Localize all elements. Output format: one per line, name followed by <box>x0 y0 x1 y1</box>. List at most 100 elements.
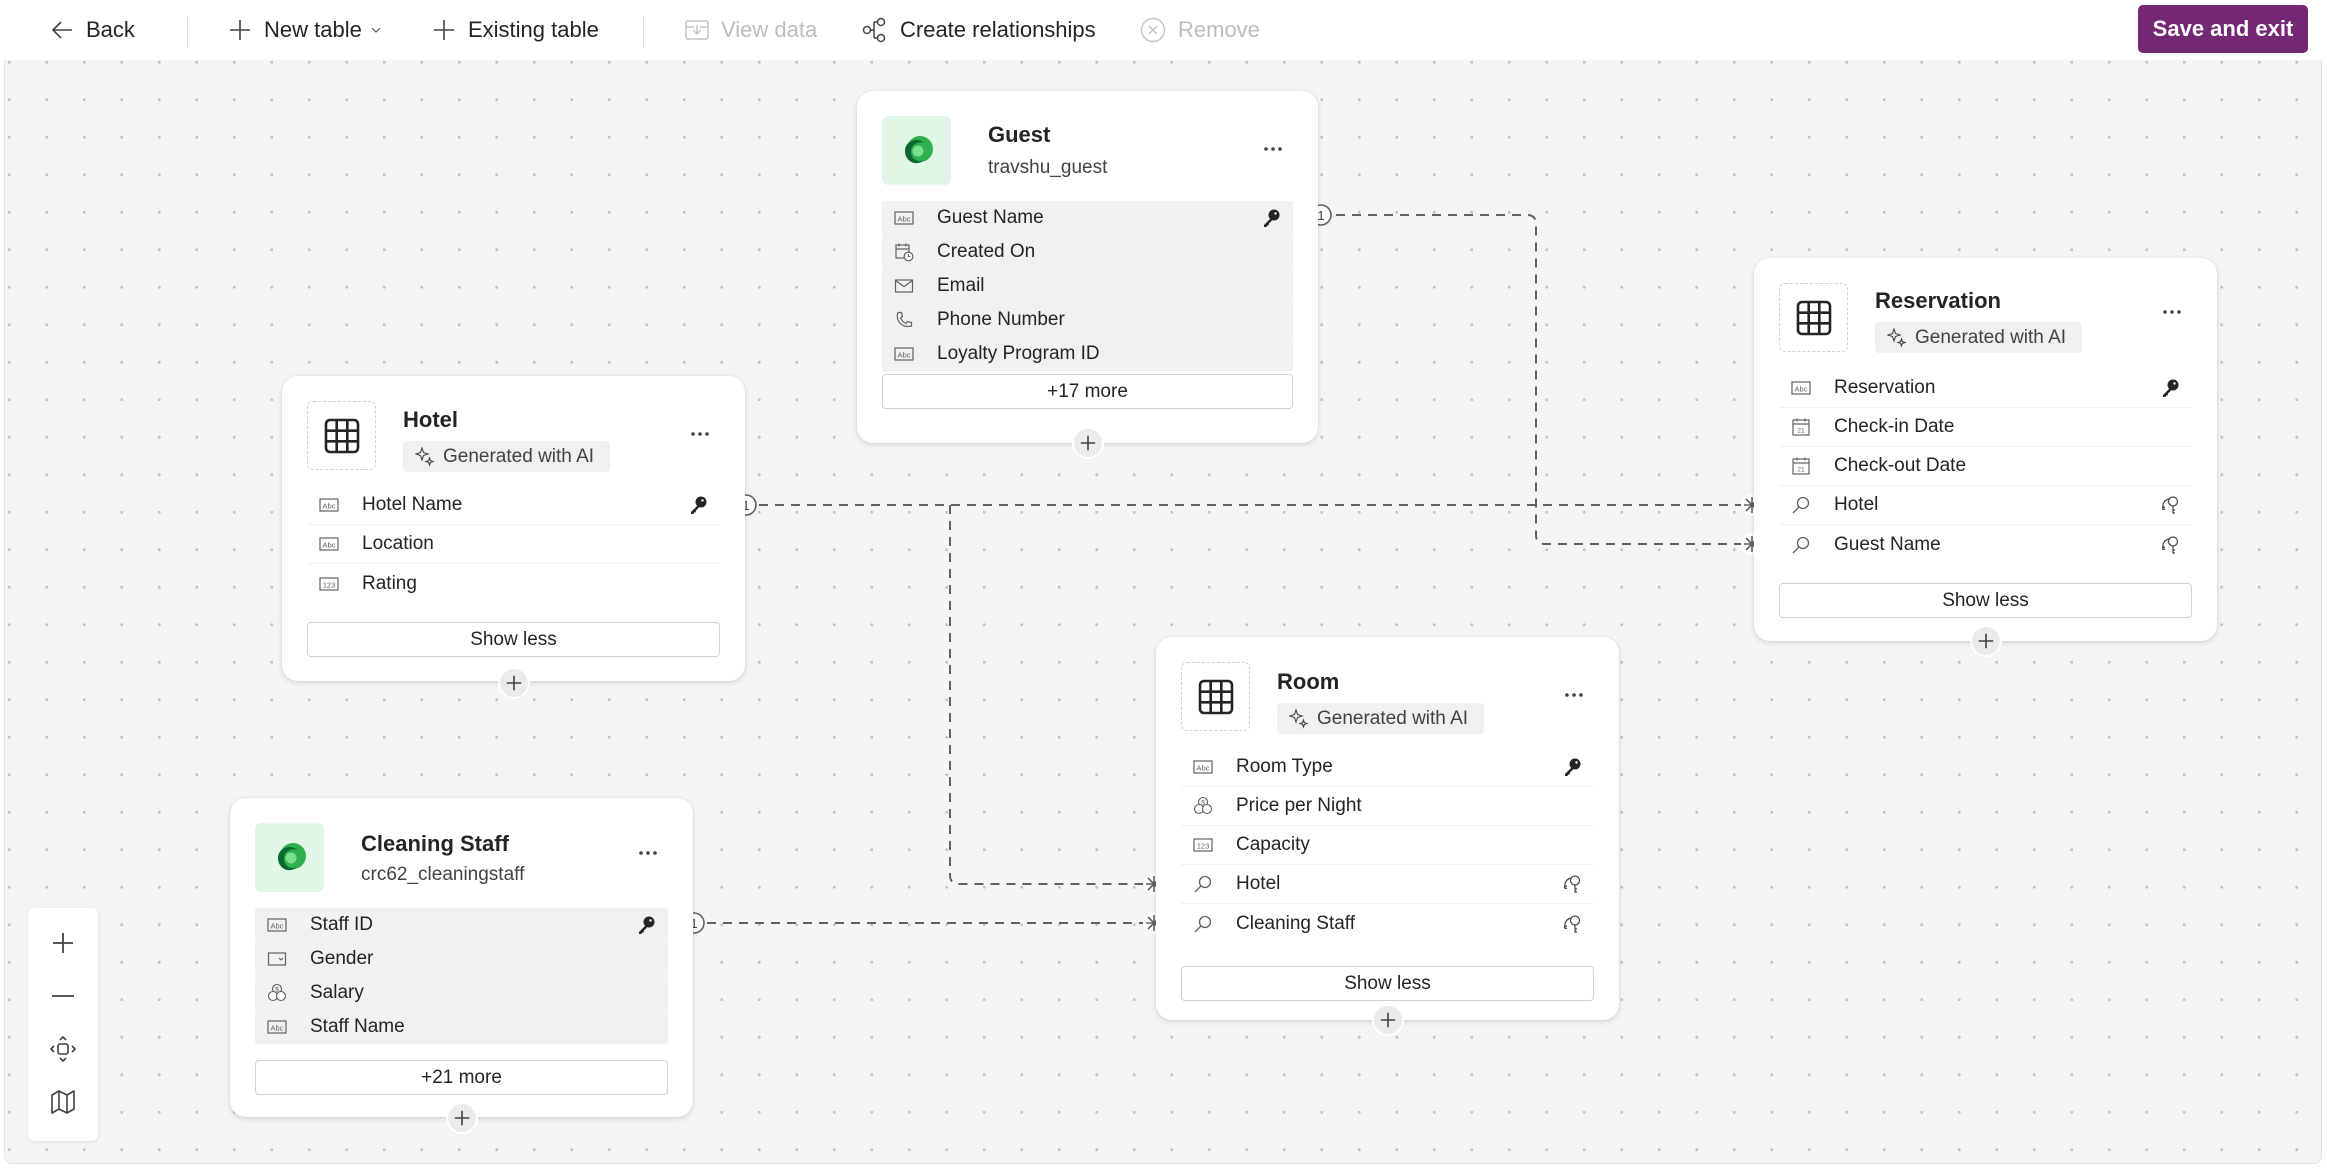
lookup-icon <box>1791 535 1811 555</box>
table-card-room[interactable]: Room Generated with AI Room Type Price p… <box>1156 637 1619 1036</box>
more-options-button[interactable] <box>1258 139 1288 159</box>
fit-view-button[interactable] <box>28 1022 98 1075</box>
command-bar: Back New table Existing table View data … <box>0 0 2327 60</box>
sparkle-icon <box>1887 328 1907 348</box>
field-name: Staff ID <box>310 914 374 935</box>
text-icon <box>1193 757 1213 777</box>
field-name: Room Type <box>1236 756 1333 777</box>
field-row[interactable]: Cleaning Staff <box>1181 904 1594 943</box>
existing-table-label: Existing table <box>468 17 599 42</box>
table-card-guest[interactable]: Guest travshu_guest Guest Name Created O… <box>857 91 1318 459</box>
table-title: Guest <box>988 122 1051 147</box>
field-name: Check-in Date <box>1834 416 1955 437</box>
zoom-in-button[interactable] <box>28 916 98 969</box>
add-column-button[interactable] <box>497 667 530 699</box>
add-column-button[interactable] <box>1969 625 2002 657</box>
field-row[interactable]: Room Type <box>1181 748 1594 787</box>
field-name: Rating <box>362 572 417 594</box>
primary-key-icon <box>688 495 708 515</box>
field-row[interactable]: Hotel <box>1181 865 1594 904</box>
sparkle-icon <box>415 447 435 467</box>
view-data-button[interactable]: View data <box>685 10 817 50</box>
field-row[interactable]: Gender <box>255 942 668 976</box>
dataverse-logo-icon <box>882 116 951 185</box>
show-less-button[interactable]: Show less <box>1779 583 2192 618</box>
field-row[interactable]: Rating <box>307 564 720 603</box>
field-row[interactable]: Created On <box>882 235 1293 269</box>
foreign-key-icon <box>2160 535 2180 555</box>
table-card-hotel[interactable]: Hotel Generated with AI Hotel Name Locat… <box>282 376 745 699</box>
field-row[interactable]: Capacity <box>1181 826 1594 865</box>
show-less-button[interactable]: Show less <box>307 622 720 657</box>
dismiss-circle-icon <box>1140 17 1166 43</box>
field-name: Reservation <box>1834 377 1936 398</box>
table-title: Room <box>1277 669 1340 694</box>
field-row[interactable]: Guest Name <box>882 201 1293 235</box>
show-more-button[interactable]: +21 more <box>255 1060 668 1095</box>
arrow-left-icon <box>51 21 72 39</box>
field-row[interactable]: Salary <box>255 976 668 1010</box>
field-list: Guest Name Created On Email Phone Number… <box>882 201 1293 371</box>
datetime-icon <box>894 242 914 262</box>
field-row[interactable]: Loyalty Program ID <box>882 337 1293 371</box>
field-row[interactable]: Location <box>307 525 720 564</box>
field-row[interactable]: Hotel Name <box>307 486 720 525</box>
lookup-icon <box>1193 914 1213 934</box>
foreign-key-icon <box>1562 874 1582 894</box>
field-name: Guest Name <box>1834 533 1941 555</box>
create-relationships-button[interactable]: Create relationships <box>862 10 1096 50</box>
field-row[interactable]: Hotel <box>1779 486 2192 525</box>
table-card-reservation[interactable]: Reservation Generated with AI Reservatio… <box>1754 258 2217 657</box>
add-column-button[interactable] <box>1071 427 1104 459</box>
field-row[interactable]: Check-in Date <box>1779 408 2192 447</box>
show-less-button[interactable]: Show less <box>1181 966 1594 1001</box>
field-name: Cleaning Staff <box>1236 912 1356 934</box>
table-logical-name: crc62_cleaningstaff <box>361 864 525 885</box>
currency-icon <box>1193 796 1213 816</box>
fit-view-icon <box>49 1035 77 1062</box>
text-icon <box>319 534 339 554</box>
table-card-cleaning-staff[interactable]: Cleaning Staff crc62_cleaningstaff Staff… <box>230 798 693 1134</box>
more-options-button[interactable] <box>685 424 715 444</box>
text-icon <box>894 208 914 228</box>
toolbar-divider <box>187 17 188 47</box>
foreign-key-icon <box>1562 914 1582 934</box>
chevron-down-icon <box>371 27 381 33</box>
add-column-button[interactable] <box>445 1102 478 1134</box>
field-row[interactable]: Guest Name <box>1779 525 2192 564</box>
table-title: Cleaning Staff <box>361 831 509 856</box>
ai-generated-badge: Generated with AI <box>1875 322 2083 353</box>
show-more-button[interactable]: +17 more <box>882 374 1293 409</box>
ai-badge-label: Generated with AI <box>443 445 595 467</box>
map-icon <box>51 1089 75 1114</box>
field-row[interactable]: Staff ID <box>255 908 668 942</box>
field-name: Hotel Name <box>362 494 463 515</box>
zoom-in-icon <box>53 932 73 953</box>
minimap-button[interactable] <box>28 1075 98 1128</box>
existing-table-button[interactable]: Existing table <box>432 10 599 50</box>
table-logical-name: travshu_guest <box>988 157 1108 178</box>
zoom-out-button[interactable] <box>28 969 98 1022</box>
more-options-button[interactable] <box>2157 302 2187 322</box>
field-row[interactable]: Phone Number <box>882 303 1293 337</box>
field-row[interactable]: Email <box>882 269 1293 303</box>
plus-icon <box>1079 434 1097 452</box>
back-button[interactable]: Back <box>50 10 135 50</box>
new-table-button[interactable]: New table <box>228 10 382 50</box>
foreign-key-icon <box>2160 495 2180 515</box>
field-row[interactable]: Reservation <box>1779 369 2192 408</box>
field-row[interactable]: Price per Night <box>1181 787 1594 826</box>
add-column-button[interactable] <box>1371 1004 1404 1036</box>
zoom-controls <box>28 908 98 1141</box>
save-and-exit-button[interactable]: Save and exit <box>2138 5 2308 53</box>
ai-generated-badge: Generated with AI <box>403 441 611 472</box>
more-options-button[interactable] <box>1559 685 1589 705</box>
field-row[interactable]: Check-out Date <box>1779 447 2192 486</box>
field-name: Loyalty Program ID <box>937 343 1100 364</box>
create-relationships-label: Create relationships <box>900 17 1096 42</box>
remove-button[interactable]: Remove <box>1140 10 1260 50</box>
text-icon <box>319 495 339 515</box>
field-name: Check-out Date <box>1834 455 1967 476</box>
field-row[interactable]: Staff Name <box>255 1010 668 1044</box>
more-options-button[interactable] <box>633 843 663 863</box>
